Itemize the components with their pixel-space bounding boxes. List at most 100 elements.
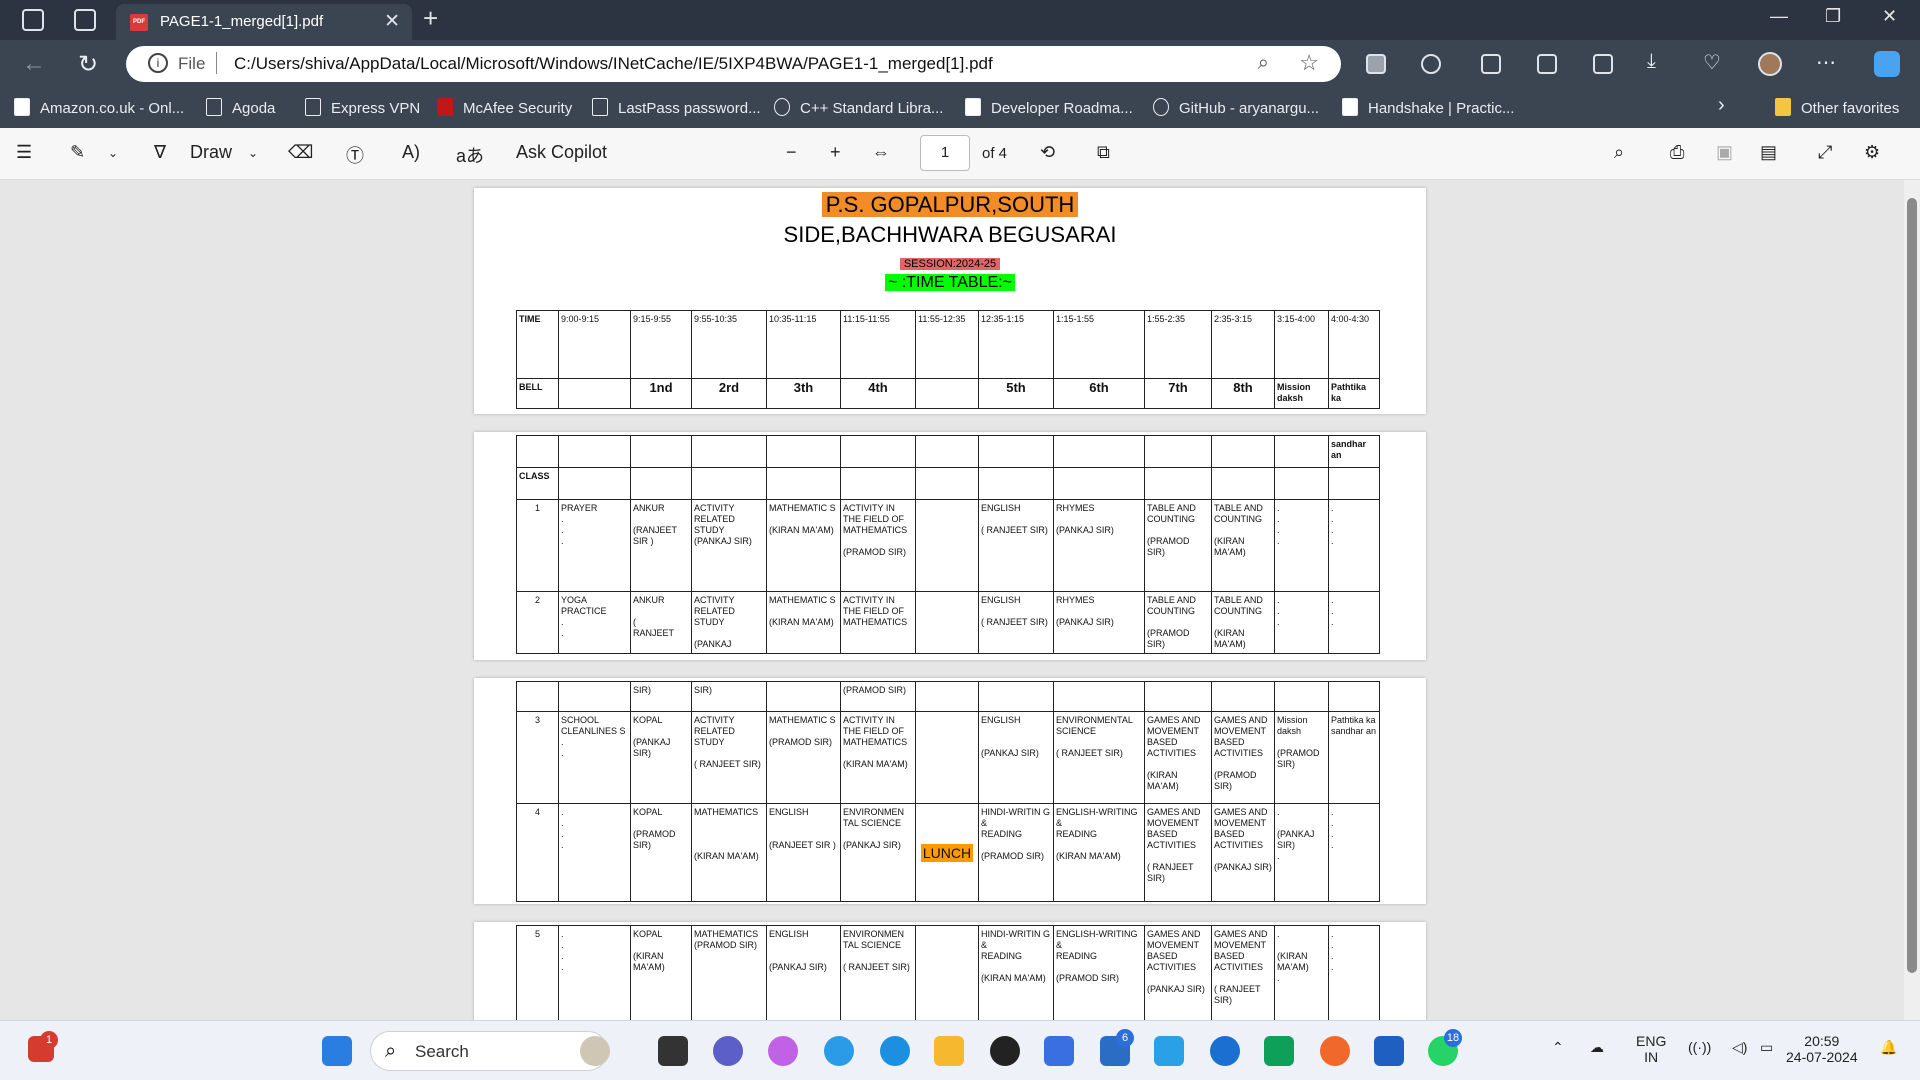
bell-cell: 2rd (691, 378, 767, 409)
zoom-in-icon[interactable]: + (830, 142, 841, 163)
downloads-icon[interactable]: ⤓ (1647, 50, 1656, 73)
teams-icon[interactable] (713, 1036, 743, 1066)
wordpress-icon[interactable] (990, 1036, 1020, 1066)
chevron-down-icon[interactable]: ⌄ (248, 146, 258, 160)
battery-icon[interactable]: ▭ (1760, 1039, 1773, 1056)
collections-icon[interactable] (1593, 54, 1613, 74)
workspaces-icon[interactable] (22, 9, 44, 31)
table-cell: . . . . (558, 925, 631, 1020)
contents-icon[interactable]: ☰ (16, 142, 32, 163)
chevron-right-icon[interactable]: › (1718, 94, 1725, 117)
chevron-up-icon[interactable]: ⌃ (1552, 1039, 1564, 1056)
puzzle-icon[interactable] (1421, 54, 1441, 74)
bookmark-agoda[interactable]: Agoda (206, 98, 275, 117)
ask-copilot-button[interactable]: Ask Copilot (516, 142, 607, 163)
bookmark-cpp[interactable]: C++ Standard Libra... (774, 98, 943, 117)
edge-icon[interactable] (824, 1036, 854, 1066)
read-aloud-icon[interactable]: A) (402, 142, 420, 163)
back-icon[interactable]: ← (22, 50, 46, 78)
tab-pdf[interactable]: PDF PAGE1-1_merged[1].pdf ✕ (116, 4, 412, 40)
bookmark-roadmap[interactable]: Developer Roadma... (965, 98, 1133, 117)
widgets-icon[interactable] (580, 1036, 610, 1066)
table-cell: sandhar an (1328, 435, 1380, 468)
save-icon[interactable]: ▣ (1716, 142, 1733, 163)
more-icon[interactable]: ⋯ (1816, 50, 1836, 75)
zoom-icon[interactable]: ⌕ (1258, 52, 1269, 75)
table-cell: GAMES AND MOVEMENT BASED ACTIVITIES (PAN… (1144, 925, 1212, 1020)
table-cell (1053, 435, 1145, 468)
zoom-out-icon[interactable]: − (786, 142, 797, 163)
favorites-icon[interactable] (1537, 54, 1557, 74)
refresh-icon[interactable]: ↻ (78, 50, 98, 79)
minimize-icon[interactable]: — (1770, 6, 1788, 27)
rotate-icon[interactable]: ⟲ (1040, 142, 1055, 163)
health-icon[interactable]: ♡ (1703, 50, 1721, 75)
print-icon[interactable]: ⎙ (1670, 142, 1684, 163)
info-icon[interactable]: i (148, 53, 168, 73)
search-label: Search (415, 1042, 469, 1061)
table-cell: . (PANKAJ SIR) . (1274, 803, 1329, 902)
bookmark-lastpass[interactable]: LastPass password... (592, 98, 761, 117)
file-explorer-icon[interactable] (934, 1036, 964, 1066)
bookmark-handshake[interactable]: Handshake | Practic... (1342, 98, 1514, 117)
cortana-icon[interactable] (1154, 1036, 1184, 1066)
favorite-star-icon[interactable]: ☆ (1299, 50, 1319, 76)
fullscreen-icon[interactable]: ⤢ (1818, 142, 1832, 163)
address-bar[interactable]: i File C:/Users/shiva/AppData/Local/Micr… (126, 46, 1341, 82)
firefox-icon[interactable] (1320, 1036, 1350, 1066)
cloud-icon[interactable]: ☁ (1590, 1039, 1604, 1056)
table-cell (630, 467, 692, 500)
myhp-icon[interactable] (1044, 1036, 1074, 1066)
search-icon[interactable]: ⌕ (1614, 142, 1624, 163)
fit-width-icon[interactable]: ⇔ (872, 142, 890, 163)
settings-icon[interactable]: ⚙ (1864, 142, 1880, 163)
office-icon[interactable] (1374, 1036, 1404, 1066)
split-screen-icon[interactable] (1481, 54, 1501, 74)
table-cell: RHYMES (PANKAJ SIR) (1053, 591, 1145, 654)
tab-actions-icon[interactable] (74, 9, 96, 31)
url-text[interactable]: C:/Users/shiva/AppData/Local/Microsoft/W… (234, 54, 993, 74)
avatar[interactable] (1758, 52, 1782, 76)
save-as-icon[interactable]: ▤ (1760, 142, 1777, 163)
extension-icon[interactable] (1366, 54, 1386, 74)
bookmark-expressvpn[interactable]: Express VPN (305, 98, 420, 117)
page-view-icon[interactable]: ⧉ (1097, 142, 1110, 163)
bookmark-mcafee[interactable]: McAfee Security (437, 98, 572, 117)
close-tab-icon[interactable]: ✕ (384, 10, 400, 33)
restore-icon[interactable]: ❐ (1825, 6, 1841, 27)
draw-button[interactable]: Draw (190, 142, 232, 163)
bell-cell: 1nd (630, 378, 692, 409)
copilot-icon[interactable] (1874, 51, 1900, 77)
other-favorites[interactable]: Other favorites (1775, 98, 1899, 117)
taskbar-search[interactable]: ⌕ Search (370, 1031, 608, 1071)
edge-beta-icon[interactable] (880, 1036, 910, 1066)
chevron-down-icon[interactable]: ⌄ (108, 146, 118, 160)
copilot-icon[interactable] (768, 1036, 798, 1066)
new-tab-button[interactable]: + (423, 3, 438, 34)
translate-icon[interactable]: aあ (456, 142, 484, 168)
pdf-viewer[interactable]: P.S. GOPALPUR,SOUTH SIDE,BACHHWARA BEGUS… (0, 180, 1920, 1020)
clock[interactable]: 20:59 24-07-2024 (1786, 1033, 1858, 1065)
windows-start-icon[interactable] (322, 1036, 352, 1066)
timetable-table-4: 5. . . . KOPAL (KIRAN MA'AM) MATHEMATICS (… (516, 925, 1380, 1020)
close-window-icon[interactable]: ✕ (1882, 6, 1897, 27)
school-name-line1: P.S. GOPALPUR,SOUTH (474, 192, 1426, 218)
scrollbar[interactable] (1904, 180, 1920, 1020)
classroom-icon[interactable] (1264, 1036, 1294, 1066)
volume-icon[interactable]: ◁) (1732, 1039, 1747, 1056)
wifi-icon[interactable]: ((·)) (1688, 1039, 1711, 1055)
table-cell: PRAYER . . . (558, 499, 631, 592)
bookmark-amazon[interactable]: Amazon.co.uk - Onl... (14, 98, 184, 117)
page-number-input[interactable]: 1 (920, 135, 970, 171)
folder-icon (1775, 98, 1791, 116)
task-view-icon[interactable] (658, 1036, 688, 1066)
store-icon[interactable] (1210, 1036, 1240, 1066)
language-indicator[interactable]: ENG IN (1636, 1033, 1666, 1065)
highlight-icon[interactable]: ✎ (70, 142, 85, 163)
notification-bell-icon[interactable]: 🔔 (1880, 1039, 1897, 1056)
draw-icon[interactable]: ∇ (154, 142, 166, 163)
bookmark-github[interactable]: GitHub - aryanargu... (1153, 98, 1319, 117)
text-box-icon[interactable]: Ⓣ (346, 142, 364, 168)
eraser-icon[interactable]: ⌫ (288, 142, 313, 163)
scrollbar-thumb[interactable] (1907, 198, 1917, 973)
